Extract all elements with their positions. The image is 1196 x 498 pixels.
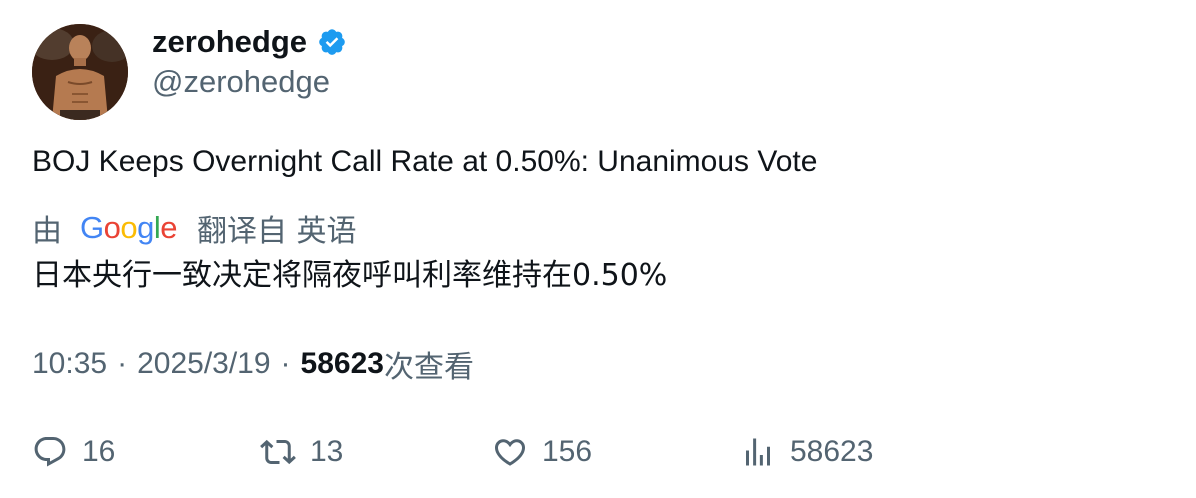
handle[interactable]: @zerohedge [152,62,330,102]
translation-prefix: 由 [32,214,62,249]
reply-icon [34,437,66,467]
views-action-count: 58623 [790,435,874,468]
retweet-icon [260,439,296,465]
like-count: 156 [542,435,593,468]
translation-source: 翻译自 英语 [197,214,357,249]
display-name[interactable]: zerohedge [152,22,307,62]
google-logo: Google [80,210,178,245]
retweet-button[interactable]: 13 [260,430,343,474]
retweet-count: 13 [310,435,344,468]
tweet-meta: 10:35 · 2025/3/19 · 58623 次查看 [32,342,474,386]
avatar-image [32,24,128,120]
views-label: 次查看 [383,350,474,385]
verified-badge-icon [319,29,345,55]
tweet-time[interactable]: 10:35 [32,347,107,381]
translated-text: 日本央行一致决定将隔夜呼叫利率维持在0.50% [32,258,668,293]
reply-count: 16 [82,435,116,468]
heart-icon [494,439,526,466]
reply-button[interactable]: 16 [32,430,115,474]
like-button[interactable]: 156 [492,430,592,474]
translation-attribution: 由 Google 翻译自 英语 [32,206,357,250]
tweet-text: BOJ Keeps Overnight Call Rate at 0.50%: … [32,145,818,178]
tweet-date[interactable]: 2025/3/19 [137,347,270,381]
views-count: 58623 [300,347,384,380]
views-button[interactable]: 58623 [740,430,873,474]
meta-separator: · [280,347,291,380]
avatar[interactable] [32,24,128,120]
analytics-icon [746,438,770,466]
meta-separator: · [117,347,128,380]
author-row: zerohedge [152,22,347,62]
